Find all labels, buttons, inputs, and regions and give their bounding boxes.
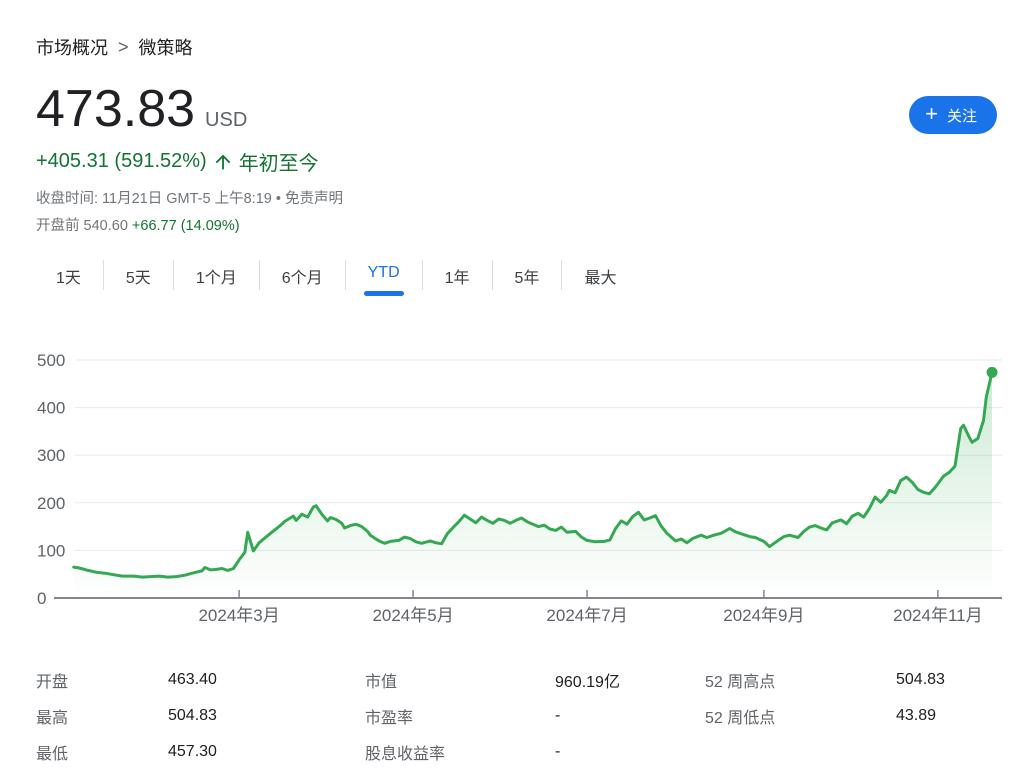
stat-value: 463.40 — [168, 671, 365, 689]
change-period-label: 年初至今 — [239, 147, 319, 176]
stat-value: 457.30 — [168, 743, 365, 761]
disclaimer-link[interactable]: 免责声明 — [285, 191, 343, 207]
tab-1年[interactable]: 1年 — [423, 258, 492, 302]
y-axis-label: 400 — [37, 399, 65, 418]
plus-icon: + — [925, 103, 938, 125]
follow-button[interactable]: + 关注 — [909, 96, 997, 134]
tab-5年[interactable]: 5年 — [493, 258, 562, 302]
stat-value: 43.89 — [896, 707, 996, 725]
stat-value: 504.83 — [896, 671, 996, 689]
x-axis-label: 2024年3月 — [198, 606, 279, 625]
follow-button-label: 关注 — [947, 105, 977, 126]
close-info: 收盘时间: 11月21日 GMT-5 上午8:19 • — [36, 191, 281, 207]
arrow-up-icon — [212, 151, 234, 173]
y-axis-label: 200 — [37, 494, 65, 513]
price-chart-svg[interactable]: 0 100 200 300 400 500 2024年3月 2024年5月 2024年7月 202… — [20, 340, 1020, 640]
currency-label: USD — [205, 109, 247, 132]
stat-label: 市值 — [365, 668, 555, 692]
y-axis-label: 0 — [37, 589, 46, 608]
last-price-dot — [987, 367, 998, 378]
close-info-line: 收盘时间: 11月21日 GMT-5 上午8:19 • 免责声明 — [36, 186, 343, 213]
stock-price: 473.83 — [36, 80, 195, 140]
breadcrumb-root[interactable]: 市场概况 — [36, 34, 108, 60]
x-axis-label: 2024年9月 — [723, 606, 804, 625]
tab-YTD[interactable]: YTD — [346, 258, 422, 296]
premarket-change: +66.77 (14.09%) — [132, 218, 240, 234]
stat-value: 960.19亿 — [555, 668, 705, 692]
quote-meta: 收盘时间: 11月21日 GMT-5 上午8:19 • 免责声明 开盘前 540… — [36, 186, 343, 240]
tab-最大[interactable]: 最大 — [562, 258, 638, 302]
stat-label: 最高 — [36, 704, 168, 728]
premarket-price: 开盘前 540.60 — [36, 218, 128, 234]
stat-value: 504.83 — [168, 707, 365, 725]
tab-1个月[interactable]: 1个月 — [174, 258, 259, 302]
price-chart[interactable]: 0 100 200 300 400 500 2024年3月 2024年5月 2024年7月 202… — [20, 340, 1020, 640]
breadcrumb-separator: > — [118, 37, 129, 58]
stat-label: 最低 — [36, 740, 168, 764]
stat-label: 52 周低点 — [705, 704, 896, 728]
stat-value: - — [555, 707, 705, 725]
y-axis-label: 500 — [37, 351, 65, 370]
x-axis-label: 2024年11月 — [893, 606, 982, 625]
x-axis-label: 2024年7月 — [546, 606, 627, 625]
stat-value: - — [555, 743, 705, 761]
stat-label: 市盈率 — [365, 704, 555, 728]
stat-label: 52 周高点 — [705, 668, 896, 692]
time-range-tab-bar: 1天5天1个月6个月YTD1年5年最大 — [34, 258, 638, 302]
tab-1天[interactable]: 1天 — [34, 258, 103, 302]
tab-5天[interactable]: 5天 — [104, 258, 173, 302]
price-change: +405.31 (591.52%) — [36, 150, 207, 173]
price-change-row: +405.31 (591.52%) 年初至今 — [36, 147, 319, 176]
breadcrumb-current: 微策略 — [139, 34, 193, 60]
key-stats-table: 开盘463.40最高504.83最低457.30市值960.19亿市盈率-股息收… — [36, 662, 996, 770]
tab-6个月[interactable]: 6个月 — [260, 258, 345, 302]
premarket-line: 开盘前 540.60 +66.77 (14.09%) — [36, 213, 343, 240]
stat-label: 开盘 — [36, 668, 168, 692]
breadcrumb: 市场概况 > 微策略 — [36, 34, 193, 60]
y-axis-label: 300 — [37, 446, 65, 465]
price-row: 473.83 USD — [36, 80, 247, 140]
stat-label: 股息收益率 — [365, 740, 555, 764]
y-axis-label: 100 — [37, 541, 65, 560]
x-axis-label: 2024年5月 — [372, 606, 453, 625]
